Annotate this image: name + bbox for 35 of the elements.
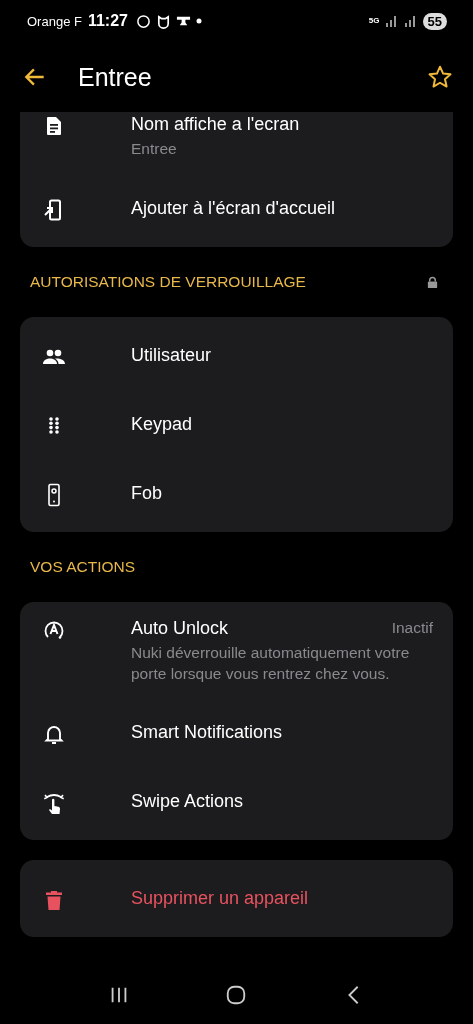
clock: 11:27 xyxy=(87,12,128,30)
status-value: Inactif xyxy=(391,618,433,638)
circle-icon xyxy=(135,13,151,29)
row-label: Auto Unlock xyxy=(131,617,230,640)
row-label: Nom affiche a l'ecran xyxy=(131,113,301,136)
section-header: AUTORISATIONS DE VERROUILLAGE xyxy=(30,273,307,291)
dot-icon xyxy=(195,18,202,24)
signal-icon xyxy=(402,14,417,28)
network-type: 5G xyxy=(368,17,380,25)
home-icon xyxy=(225,984,248,1006)
star-icon xyxy=(427,64,453,90)
home-button[interactable] xyxy=(225,984,248,1006)
row-subtitle: Entree xyxy=(131,139,178,159)
settings-row[interactable]: Auto Unlock Inactif Nuki déverrouille automatiquement votre porte lorsque vous rentrez chez vous. xyxy=(20,606,453,698)
row-label: Keypad xyxy=(131,412,194,436)
settings-row[interactable]: Utilisateur xyxy=(20,321,453,390)
section-header: VOS ACTIONS xyxy=(30,558,137,576)
row-label: Smart Notifications xyxy=(131,720,284,744)
carrier-name: Orange F xyxy=(27,13,82,29)
favorite-button[interactable] xyxy=(427,64,453,90)
signal-icon xyxy=(383,14,398,28)
settings-row[interactable]: Smart Notifications xyxy=(20,698,453,767)
row-label: Utilisateur xyxy=(131,343,213,367)
row-label: Swipe Actions xyxy=(131,789,245,813)
screen-title: Entree xyxy=(78,62,153,92)
row-label: Supprimer un appareil xyxy=(131,886,310,910)
row-description: Nuki déverrouille automatiquement votre porte lorsque vous rentrez chez vous. xyxy=(131,643,411,684)
row-label: Fob xyxy=(131,481,164,505)
settings-row[interactable]: Fob xyxy=(20,459,453,528)
settings-row[interactable]: Keypad xyxy=(20,390,453,459)
row-label: Ajouter à l'écran d'accueil xyxy=(131,196,336,220)
settings-row[interactable]: Nom affiche a l'ecran Entree xyxy=(20,112,453,174)
battery-level: 55 xyxy=(422,12,447,30)
settings-row[interactable]: Swipe Actions xyxy=(20,767,453,836)
settings-row[interactable]: Ajouter à l'écran d'accueil xyxy=(20,174,453,243)
